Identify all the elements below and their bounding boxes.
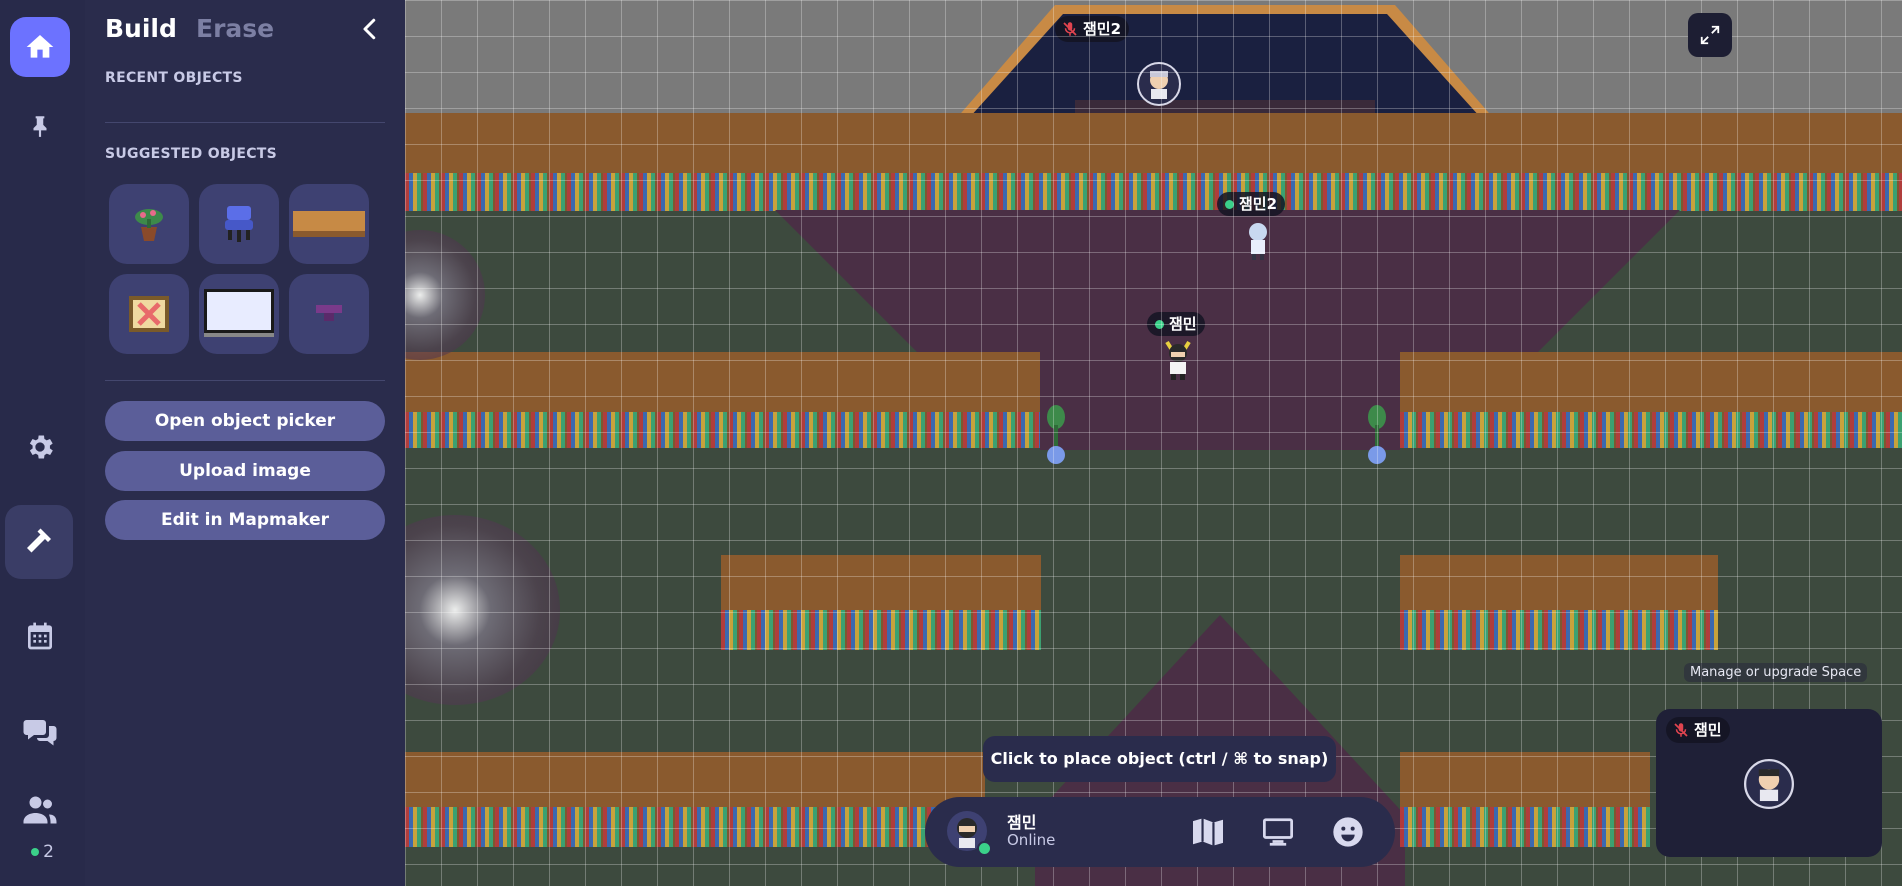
wall: [405, 113, 1902, 173]
video-name: 잼민: [1694, 721, 1722, 739]
divider: [105, 122, 385, 123]
online-count-value: 2: [43, 842, 54, 862]
settings-button[interactable]: [10, 417, 70, 477]
place-object-tooltip: Click to place object (ctrl / ⌘ to snap): [983, 736, 1336, 782]
wall: [405, 752, 985, 807]
carpet-floor: [1040, 210, 1400, 450]
emoji-button[interactable]: [1330, 814, 1366, 850]
chat-button[interactable]: [10, 702, 70, 762]
object-framed-picture[interactable]: [109, 274, 189, 354]
online-count: 2: [0, 842, 85, 862]
online-dot: [31, 848, 40, 856]
tab-erase[interactable]: Erase: [196, 14, 274, 43]
framed-picture-icon: [129, 296, 169, 332]
upload-image-button[interactable]: Upload image: [105, 451, 385, 491]
home-icon: [26, 35, 54, 58]
pin-icon: [33, 116, 47, 137]
bottom-bar: 잼민 Online: [925, 797, 1395, 867]
build-panel: Build Erase RECENT OBJECTS SUGGESTED OBJ…: [85, 0, 405, 886]
gear-icon: [29, 435, 53, 459]
divider: [105, 380, 385, 381]
carpet-right-wedge: [1400, 210, 1680, 355]
chevron-left-icon: [363, 18, 376, 40]
bookshelf-row: [1400, 412, 1902, 448]
player-name-tag: 잼민2: [1055, 16, 1130, 42]
wooden-table-icon: [293, 211, 365, 237]
wall: [1400, 752, 1650, 807]
potted-plant: [1045, 405, 1067, 469]
online-dot: [1155, 320, 1164, 329]
player-name: 잼민2: [1239, 195, 1278, 213]
video-avatar: [1744, 759, 1794, 813]
manage-space-label[interactable]: Manage or upgrade Space: [1684, 663, 1868, 682]
light-effect: [405, 230, 485, 360]
pin-button[interactable]: [10, 96, 70, 156]
calendar-button[interactable]: [10, 606, 70, 666]
map-button[interactable]: [1190, 814, 1226, 850]
screen-share-button[interactable]: [1260, 814, 1296, 850]
bookshelf-row: [1400, 610, 1718, 650]
hammer-icon: [27, 528, 51, 553]
whiteboard-icon: [204, 289, 274, 337]
edit-in-mapmaker-button[interactable]: Edit in Mapmaker: [105, 500, 385, 540]
potted-plant: [1366, 405, 1388, 469]
potted-plant-icon: [135, 209, 163, 241]
expand-button[interactable]: [1688, 13, 1732, 57]
object-purple-block[interactable]: [289, 274, 369, 354]
my-status[interactable]: Online: [1007, 831, 1055, 849]
video-tile[interactable]: 잼민: [1656, 709, 1882, 857]
player-name-tag: 잼민2: [1217, 192, 1286, 216]
emoji-icon: [1333, 817, 1363, 847]
wall: [721, 555, 1041, 610]
suggested-objects-title: SUGGESTED OBJECTS: [105, 146, 278, 162]
bookshelf-row: [405, 173, 1902, 211]
light-effect: [405, 515, 560, 705]
mic-muted-icon: [1063, 22, 1077, 36]
player-name: 잼민: [1169, 315, 1197, 333]
wall: [405, 352, 1040, 412]
chat-icon: [23, 720, 57, 746]
online-dot: [1225, 200, 1234, 209]
screen-share-icon: [1263, 818, 1293, 846]
object-potted-plant[interactable]: [109, 184, 189, 264]
recent-objects-title: RECENT OBJECTS: [105, 70, 243, 86]
wall: [1400, 555, 1718, 610]
mic-muted-icon: [1674, 723, 1688, 737]
carpet-left-wedge: [775, 210, 1055, 355]
open-object-picker-button[interactable]: Open object picker: [105, 401, 385, 441]
player-name-tag: 잼민: [1147, 312, 1205, 336]
purple-block-icon: [316, 305, 342, 321]
my-name: 잼민: [1007, 813, 1037, 832]
calendar-icon: [28, 622, 52, 650]
left-rail: 2: [0, 0, 85, 886]
people-button[interactable]: [10, 780, 70, 840]
wall: [1400, 352, 1902, 412]
blue-chair-icon: [225, 206, 253, 242]
build-button[interactable]: [5, 505, 73, 579]
online-status-dot: [977, 841, 992, 856]
people-icon: [23, 796, 57, 824]
bookshelf-row: [405, 412, 1040, 448]
collapse-panel-button[interactable]: [355, 14, 385, 44]
bookshelf-row: [1400, 807, 1650, 847]
player-avatar[interactable]: [1137, 62, 1181, 110]
map-icon: [1193, 818, 1223, 846]
object-wooden-table[interactable]: [289, 184, 369, 264]
object-blue-chair[interactable]: [199, 184, 279, 264]
player-avatar[interactable]: [1245, 222, 1271, 264]
tab-build[interactable]: Build: [105, 14, 177, 43]
object-whiteboard[interactable]: [199, 274, 279, 354]
bookshelf-row: [721, 610, 1041, 650]
player-name: 잼민2: [1083, 20, 1122, 38]
expand-icon: [1700, 25, 1720, 45]
home-button[interactable]: [10, 17, 70, 77]
video-name-tag: 잼민: [1666, 717, 1730, 743]
bookshelf-row: [405, 807, 985, 847]
player-avatar[interactable]: [1163, 340, 1193, 384]
